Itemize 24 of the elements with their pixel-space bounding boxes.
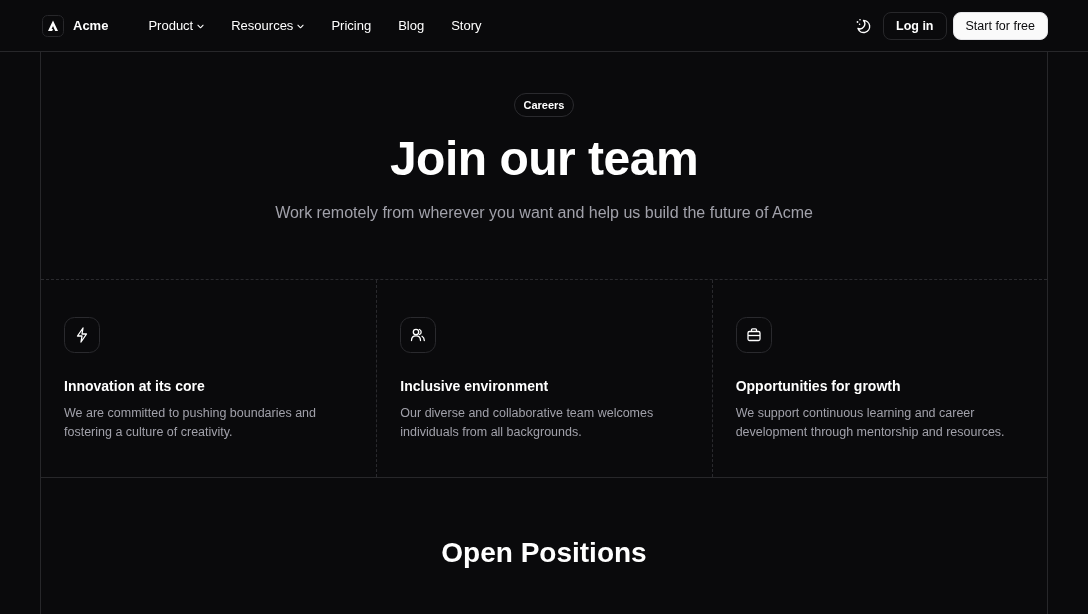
nav-link[interactable]: Story bbox=[451, 18, 482, 33]
briefcase-icon bbox=[735, 317, 772, 353]
nav-link[interactable]: Blog bbox=[398, 18, 425, 33]
feature-description: We are committed to pushing boundaries and fostering a culture of creativity. bbox=[64, 405, 317, 441]
start-for-free-button[interactable]: Start for free bbox=[952, 11, 1048, 40]
feature-title: Inclusive environment bbox=[400, 377, 550, 396]
feature-description: We support continuous learning and career development through mentorship and resources. bbox=[735, 405, 1006, 441]
nav-link[interactable]: Product bbox=[148, 18, 205, 33]
lightning-icon bbox=[64, 317, 100, 353]
hero-title: Join our team bbox=[389, 131, 699, 187]
feature-title: Innovation at its core bbox=[64, 377, 206, 396]
chevron-down-icon bbox=[197, 24, 205, 29]
feature-title: Opportunities for growth bbox=[735, 377, 902, 396]
moon-stars-icon[interactable] bbox=[855, 17, 871, 34]
feature-description: Our diverse and collaborative team welcomes individuals from all backgrounds. bbox=[400, 405, 655, 441]
hero-subtitle: Work remotely from wherever you want and help us build the future of Acme bbox=[275, 203, 813, 223]
brand-name[interactable]: Acme bbox=[73, 18, 109, 33]
nav-link[interactable]: Resources bbox=[231, 18, 305, 33]
chevron-down-icon bbox=[297, 24, 305, 29]
login-button[interactable]: Log in bbox=[883, 11, 947, 40]
logo-icon[interactable] bbox=[42, 14, 64, 37]
nav-link[interactable]: Pricing bbox=[331, 18, 372, 33]
section-heading: Open Positions bbox=[441, 536, 647, 570]
people-icon bbox=[400, 317, 437, 353]
